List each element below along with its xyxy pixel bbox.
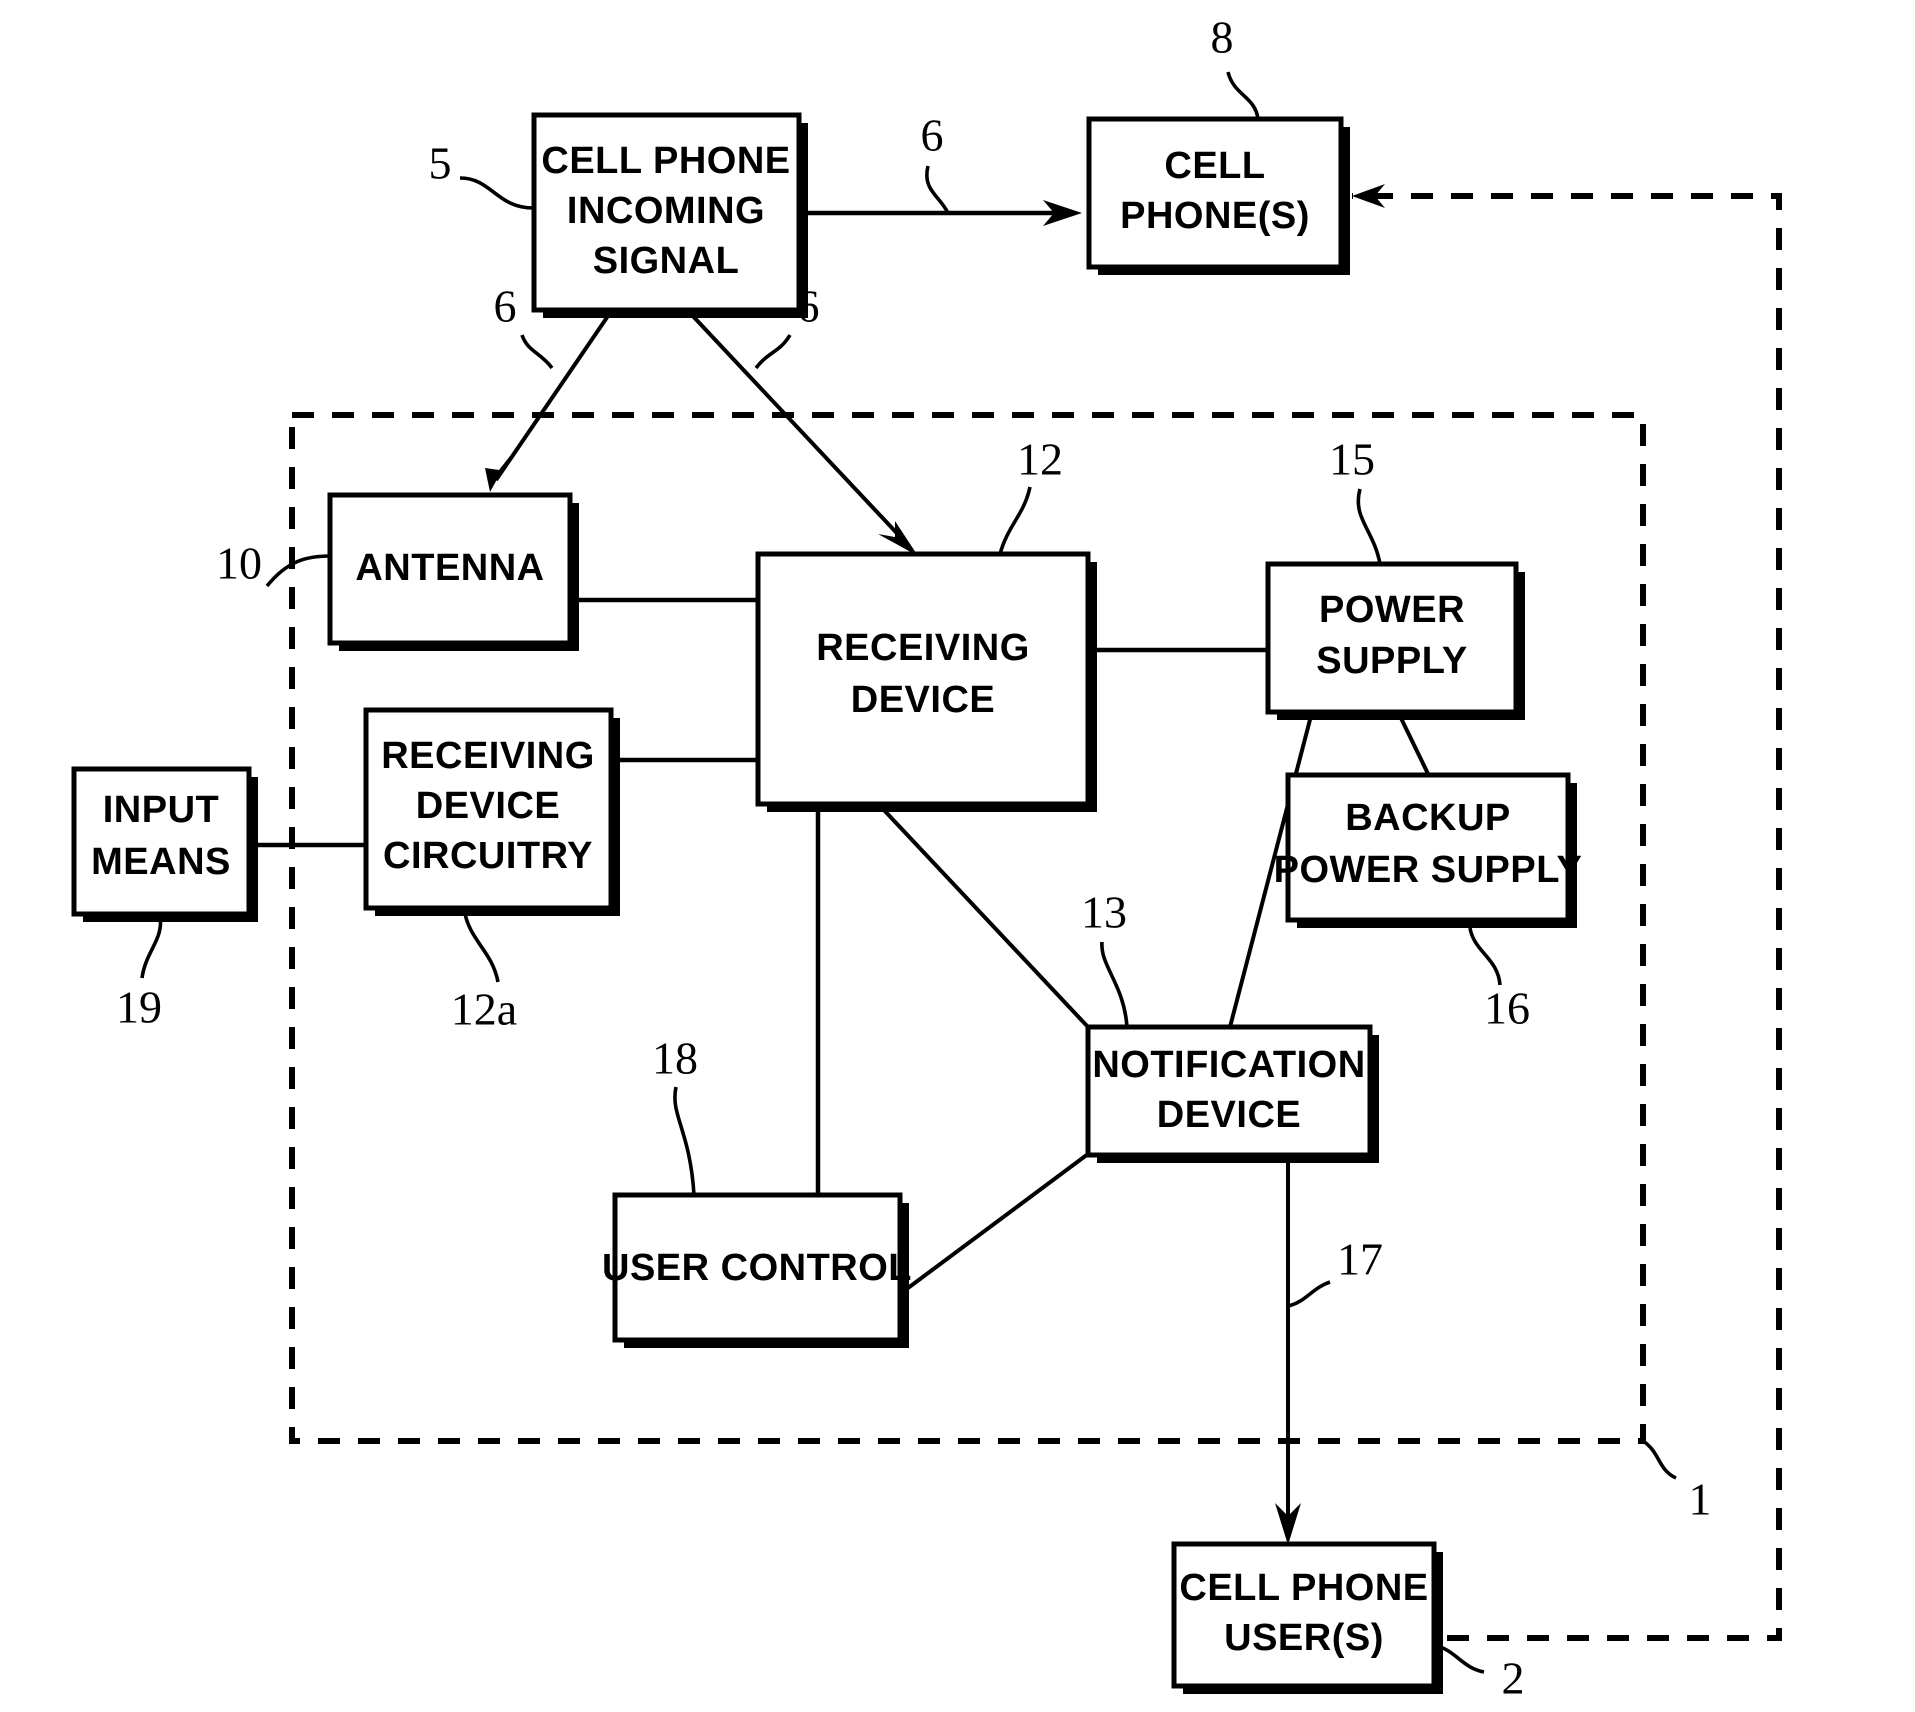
- ref-label-15: 15: [1329, 434, 1375, 485]
- leader-17: [1287, 1280, 1331, 1308]
- leader-10: [265, 554, 331, 588]
- ref-label-18: 18: [652, 1033, 698, 1084]
- receiving-device-circuitry-line2: DEVICE: [416, 785, 560, 827]
- cell-phone-incoming-signal-line1: CELL PHONE: [541, 140, 790, 182]
- ref-label-12: 12: [1017, 434, 1063, 485]
- ref-label-6-to-phones: 6: [921, 110, 944, 161]
- notification-device-line1: NOTIFICATION: [1092, 1044, 1365, 1086]
- ref-label-17: 17: [1337, 1234, 1383, 1285]
- box-backup-power-supply[interactable]: BACKUP POWER SUPPLY: [1274, 772, 1583, 928]
- power-supply-line1: POWER: [1319, 589, 1465, 631]
- leader-6-to-antenna: [520, 334, 554, 370]
- ref-label-13: 13: [1081, 887, 1127, 938]
- cell-phones-line1: CELL: [1164, 145, 1265, 187]
- box-antenna[interactable]: ANTENNA: [327, 492, 579, 651]
- leader-13: [1100, 941, 1129, 1028]
- ref-label-10: 10: [216, 538, 262, 589]
- leader-5: [459, 176, 535, 210]
- leader-15: [1356, 488, 1382, 565]
- leader-18: [673, 1086, 696, 1196]
- leader-12: [998, 486, 1032, 555]
- block-diagram-svg: CELL PHONE INCOMING SIGNAL CELL PHONE(S)…: [71, 12, 1782, 1704]
- leader-12a: [462, 907, 500, 983]
- cell-phone-incoming-signal-line3: SIGNAL: [593, 240, 740, 282]
- connector-signal-to-receiver: [688, 311, 910, 547]
- box-receiving-device[interactable]: RECEIVING DEVICE: [755, 551, 1097, 812]
- box-notification-device[interactable]: NOTIFICATION DEVICE: [1085, 1024, 1379, 1163]
- box-user-control[interactable]: USER CONTROL: [602, 1192, 912, 1348]
- ref-label-2: 2: [1502, 1653, 1525, 1704]
- input-means-line1: INPUT: [103, 789, 220, 831]
- backup-power-supply-line1: BACKUP: [1345, 797, 1511, 839]
- antenna-label: ANTENNA: [355, 547, 544, 589]
- arrowhead-signal-to-antenna: [485, 456, 510, 492]
- connector-signal-to-antenna: [494, 311, 612, 482]
- cell-phone-users-line1: CELL PHONE: [1179, 1567, 1428, 1609]
- box-cell-phones[interactable]: CELL PHONE(S): [1086, 116, 1350, 275]
- backup-power-supply-line2: POWER SUPPLY: [1274, 849, 1583, 891]
- ref-label-16: 16: [1484, 983, 1530, 1034]
- box-cell-phone-users[interactable]: CELL PHONE USER(S): [1171, 1541, 1443, 1694]
- box-input-means[interactable]: INPUT MEANS: [71, 766, 258, 922]
- box-power-supply[interactable]: POWER SUPPLY: [1265, 561, 1525, 720]
- connector-powersupply-to-backup: [1396, 711, 1434, 783]
- connector-receiver-to-notification: [880, 806, 1090, 1029]
- receiving-device-circuitry-line3: CIRCUITRY: [383, 835, 593, 877]
- cell-phones-line2: PHONE(S): [1120, 195, 1310, 237]
- ref-label-6-to-receiver: 6: [797, 281, 820, 332]
- user-control-label: USER CONTROL: [602, 1247, 912, 1289]
- cell-phone-users-line2: USER(S): [1224, 1617, 1384, 1659]
- leader-6-to-phones: [925, 165, 950, 214]
- arrowhead-signal-to-receiver: [878, 521, 918, 556]
- leader-8: [1226, 71, 1260, 120]
- ref-label-19: 19: [116, 982, 162, 1033]
- receiving-device-circuitry-line1: RECEIVING: [381, 735, 595, 777]
- leader-16: [1468, 927, 1502, 986]
- notification-device-line2: DEVICE: [1157, 1094, 1301, 1136]
- ref-label-12a: 12a: [451, 984, 517, 1035]
- receiving-device-line1: RECEIVING: [816, 627, 1030, 669]
- ref-label-5: 5: [429, 138, 452, 189]
- cell-phone-incoming-signal-line2: INCOMING: [567, 190, 765, 232]
- input-means-line2: MEANS: [91, 841, 231, 883]
- box-cell-phone-incoming-signal[interactable]: CELL PHONE INCOMING SIGNAL: [531, 112, 808, 318]
- connector-usercontrol-to-notification: [906, 1152, 1090, 1290]
- leader-1: [1641, 1439, 1677, 1480]
- leader-19: [140, 914, 163, 979]
- ref-label-6-to-antenna: 6: [494, 281, 517, 332]
- ref-label-8: 8: [1211, 12, 1234, 63]
- leader-6-to-receiver: [754, 334, 792, 370]
- power-supply-line2: SUPPLY: [1316, 640, 1468, 682]
- ref-label-1: 1: [1689, 1474, 1712, 1525]
- box-receiving-device-circuitry[interactable]: RECEIVING DEVICE CIRCUITRY: [363, 707, 620, 916]
- patent-figure-canvas: CELL PHONE INCOMING SIGNAL CELL PHONE(S)…: [0, 0, 1915, 1712]
- receiving-device-line2: DEVICE: [851, 679, 995, 721]
